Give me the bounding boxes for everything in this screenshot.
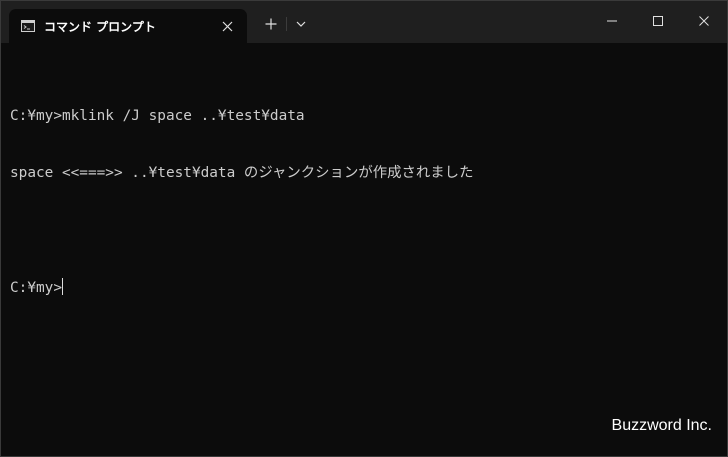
title-bar[interactable]: コマンド プロンプト [1, 1, 727, 43]
tab-dropdown-button[interactable] [289, 12, 313, 36]
toolbar-divider [286, 17, 287, 31]
new-tab-button[interactable] [259, 12, 283, 36]
close-icon [699, 16, 709, 26]
minimize-icon [607, 20, 617, 22]
watermark: Buzzword Inc. [611, 417, 712, 434]
tab-command-prompt[interactable]: コマンド プロンプト [9, 9, 247, 43]
maximize-icon [653, 16, 663, 26]
close-icon [222, 21, 232, 31]
close-window-button[interactable] [681, 1, 727, 41]
console-prompt-line: C:¥my> [10, 278, 722, 297]
console-line: space <<===>> ..¥test¥data のジャンクションが作成され… [10, 165, 474, 181]
close-tab-button[interactable] [217, 16, 237, 36]
chevron-down-icon [296, 21, 306, 27]
minimize-button[interactable] [589, 1, 635, 41]
console-output[interactable]: C:¥my>mklink /J space ..¥test¥data space… [10, 69, 722, 335]
prompt-text: C:¥my> [10, 280, 62, 296]
text-cursor [61, 278, 63, 295]
tab-title: コマンド プロンプト [44, 20, 156, 34]
console-line: C:¥my>mklink /J space ..¥test¥data [10, 108, 305, 124]
cmd-icon [21, 19, 35, 32]
plus-icon [265, 18, 277, 30]
terminal-window: コマンド プロンプト C:¥my>mklink /J space ..¥test… [0, 0, 728, 457]
maximize-button[interactable] [635, 1, 681, 41]
